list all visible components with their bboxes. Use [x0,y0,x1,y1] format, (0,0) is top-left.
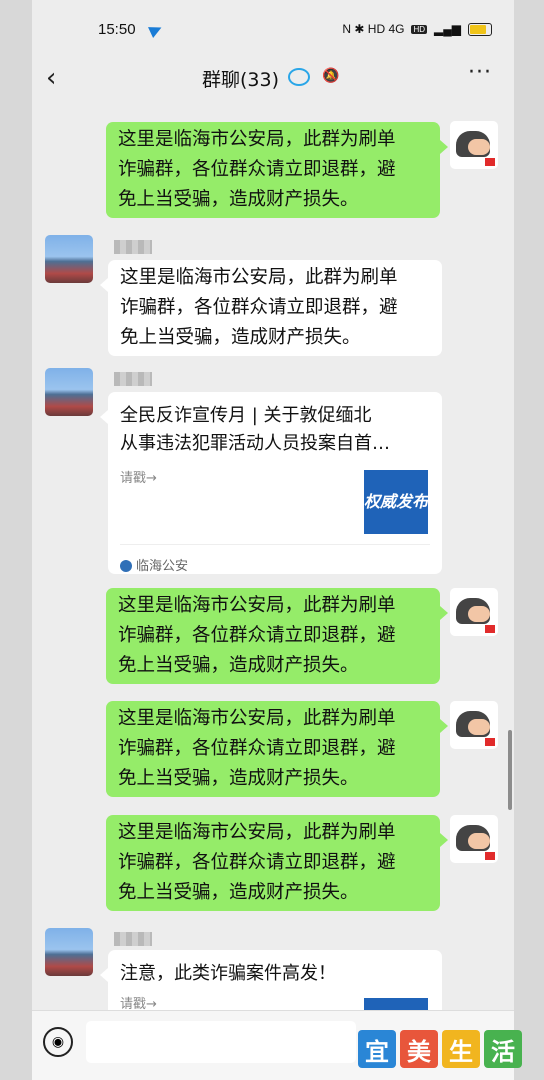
message-text: 免上当受骗，造成财产损失。 [118,768,359,789]
message-text: 免上当受骗，造成财产损失。 [118,882,359,903]
status-icons-text: N ✱ HD 4G [342,22,405,36]
card-title: 全民反诈宣传月 | 关于敦促缅北 从事违法犯罪活动人员投案自首… [120,402,430,458]
card-source: 临海公安 [120,552,188,582]
card-title: 注意，此类诈骗案件高发！ [120,960,430,988]
watermark-char: 生 [442,1030,480,1068]
message-input[interactable] [86,1021,356,1063]
watermark: 宜 美 生 活 [358,1030,522,1068]
more-button[interactable]: ··· [468,60,492,85]
message-text: 诈骗群，各位群众请立即退群，避 [118,738,396,759]
avatar[interactable] [45,235,93,283]
message-text: 这里是临海市公安局，此群为刷单 [118,129,396,150]
message-bubble[interactable]: 这里是临海市公安局，此群为刷单 诈骗群，各位群众请立即退群，避 免上当受骗，造成… [106,701,448,797]
message-text: 诈骗群，各位群众请立即退群，避 [118,159,396,180]
card-thumbnail: 权威发布 [364,470,428,534]
divider [120,544,430,545]
back-button[interactable]: ‹ [46,65,56,91]
sender-nickname [114,372,152,386]
battery-icon [468,22,492,36]
avatar[interactable] [450,815,498,863]
message-bubble[interactable]: 这里是临海市公安局，此群为刷单 诈骗群，各位群众请立即退群，避 免上当受骗，造成… [106,122,448,218]
card-title-line: 注意，此类诈骗案件高发！ [120,963,336,984]
message-bubble[interactable]: 这里是临海市公安局，此群为刷单 诈骗群，各位群众请立即退群，避 免上当受骗，造成… [106,588,448,684]
card-title-line: 从事违法犯罪活动人员投案自首… [120,433,390,454]
sender-nickname [114,932,152,946]
mute-bell-icon: 🔕 [322,68,340,84]
watermark-char: 美 [400,1030,438,1068]
link-card[interactable]: 全民反诈宣传月 | 关于敦促缅北 从事违法犯罪活动人员投案自首… 请戳→ 权威发… [100,392,442,574]
scrollbar[interactable] [508,730,512,810]
send-icon [148,22,164,38]
status-time: 15:50 [98,21,136,38]
thumbnail-text: 权威发布 [364,492,429,511]
message-text: 免上当受骗，造成财产损失。 [118,189,359,210]
nav-bar: ‹ 群聊(33) 🔕 ··· [32,52,514,102]
page-title: 群聊(33) [202,69,280,91]
chat-bubble-icon [288,68,310,86]
avatar[interactable] [450,588,498,636]
avatar[interactable] [450,121,498,169]
message-bubble[interactable]: 这里是临海市公安局，此群为刷单 诈骗群，各位群众请立即退群，避 免上当受骗，造成… [106,815,448,911]
message-text: 免上当受骗，造成财产损失。 [120,327,361,348]
message-text: 免上当受骗，造成财产损失。 [118,655,359,676]
status-icons: N ✱ HD 4G HD ▂▄▆ [342,22,492,36]
chat-screen: 15:50 N ✱ HD 4G HD ▂▄▆ ‹ 群聊(33) 🔕 ··· 这里… [32,0,514,1080]
message-text: 诈骗群，各位群众请立即退群，避 [118,852,396,873]
message-text: 这里是临海市公安局，此群为刷单 [118,822,396,843]
signal-icon: ▂▄▆ [434,22,461,36]
message-text: 这里是临海市公安局，此群为刷单 [120,267,398,288]
sender-nickname [114,240,152,254]
message-text: 这里是临海市公安局，此群为刷单 [118,708,396,729]
voice-input-button[interactable]: ◉ [43,1027,73,1057]
card-title-line: 全民反诈宣传月 | 关于敦促缅北 [120,405,372,426]
avatar[interactable] [450,701,498,749]
message-bubble[interactable]: 这里是临海市公安局，此群为刷单 诈骗群，各位群众请立即退群，避 免上当受骗，造成… [100,260,442,356]
avatar[interactable] [45,368,93,416]
message-text: 这里是临海市公安局，此群为刷单 [118,595,396,616]
source-icon [120,560,132,572]
message-text: 诈骗群，各位群众请立即退群，避 [120,297,398,318]
watermark-char: 宜 [358,1030,396,1068]
watermark-char: 活 [484,1030,522,1068]
message-text: 诈骗群，各位群众请立即退群，避 [118,625,396,646]
avatar[interactable] [45,928,93,976]
source-name: 临海公安 [136,559,189,574]
hd-icon: HD [411,24,428,34]
card-subtitle: 请戳→ [120,471,157,486]
status-bar: 15:50 N ✱ HD 4G HD ▂▄▆ [32,0,514,60]
